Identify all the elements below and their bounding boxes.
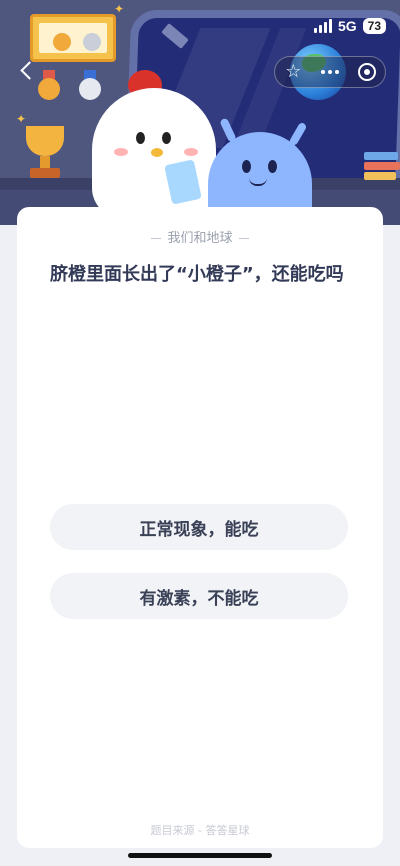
battery-indicator: 73: [362, 18, 386, 34]
target-icon: [357, 63, 376, 81]
question-text: 脐橙里面长出了“小橙子”，还能吃吗: [50, 264, 344, 285]
home-indicator: [128, 853, 272, 858]
answer-option-2[interactable]: 有激素，不能吃: [50, 573, 348, 619]
back-button[interactable]: [12, 56, 40, 84]
question-source: 题目来源 - 答答星球: [150, 824, 250, 837]
mini-program-capsule: ☆: [274, 56, 386, 88]
silver-medal-icon: [79, 78, 101, 100]
more-icon: [321, 70, 339, 74]
quiz-card: 我们和地球 脐橙里面长出了“小橙子”，还能吃吗 正常现象，能吃 有激素，不能吃 …: [17, 207, 383, 848]
more-button[interactable]: [312, 57, 349, 87]
quiz-category: 我们和地球: [17, 227, 383, 246]
signal-icon: [313, 19, 332, 33]
status-bar: 5G 73: [313, 18, 386, 34]
star-icon: ☆: [285, 61, 302, 82]
books-icon: [364, 150, 400, 180]
back-icon: [19, 60, 39, 80]
network-label: 5G: [337, 18, 357, 34]
trophy-icon: [26, 126, 64, 156]
favorite-button[interactable]: ☆: [275, 57, 312, 87]
category-label: 我们和地球: [167, 231, 233, 246]
close-mini-program-button[interactable]: [348, 57, 385, 87]
gold-medal-icon: [38, 78, 60, 100]
award-plaque: [30, 14, 116, 62]
answer-option-1[interactable]: 正常现象，能吃: [50, 504, 348, 550]
